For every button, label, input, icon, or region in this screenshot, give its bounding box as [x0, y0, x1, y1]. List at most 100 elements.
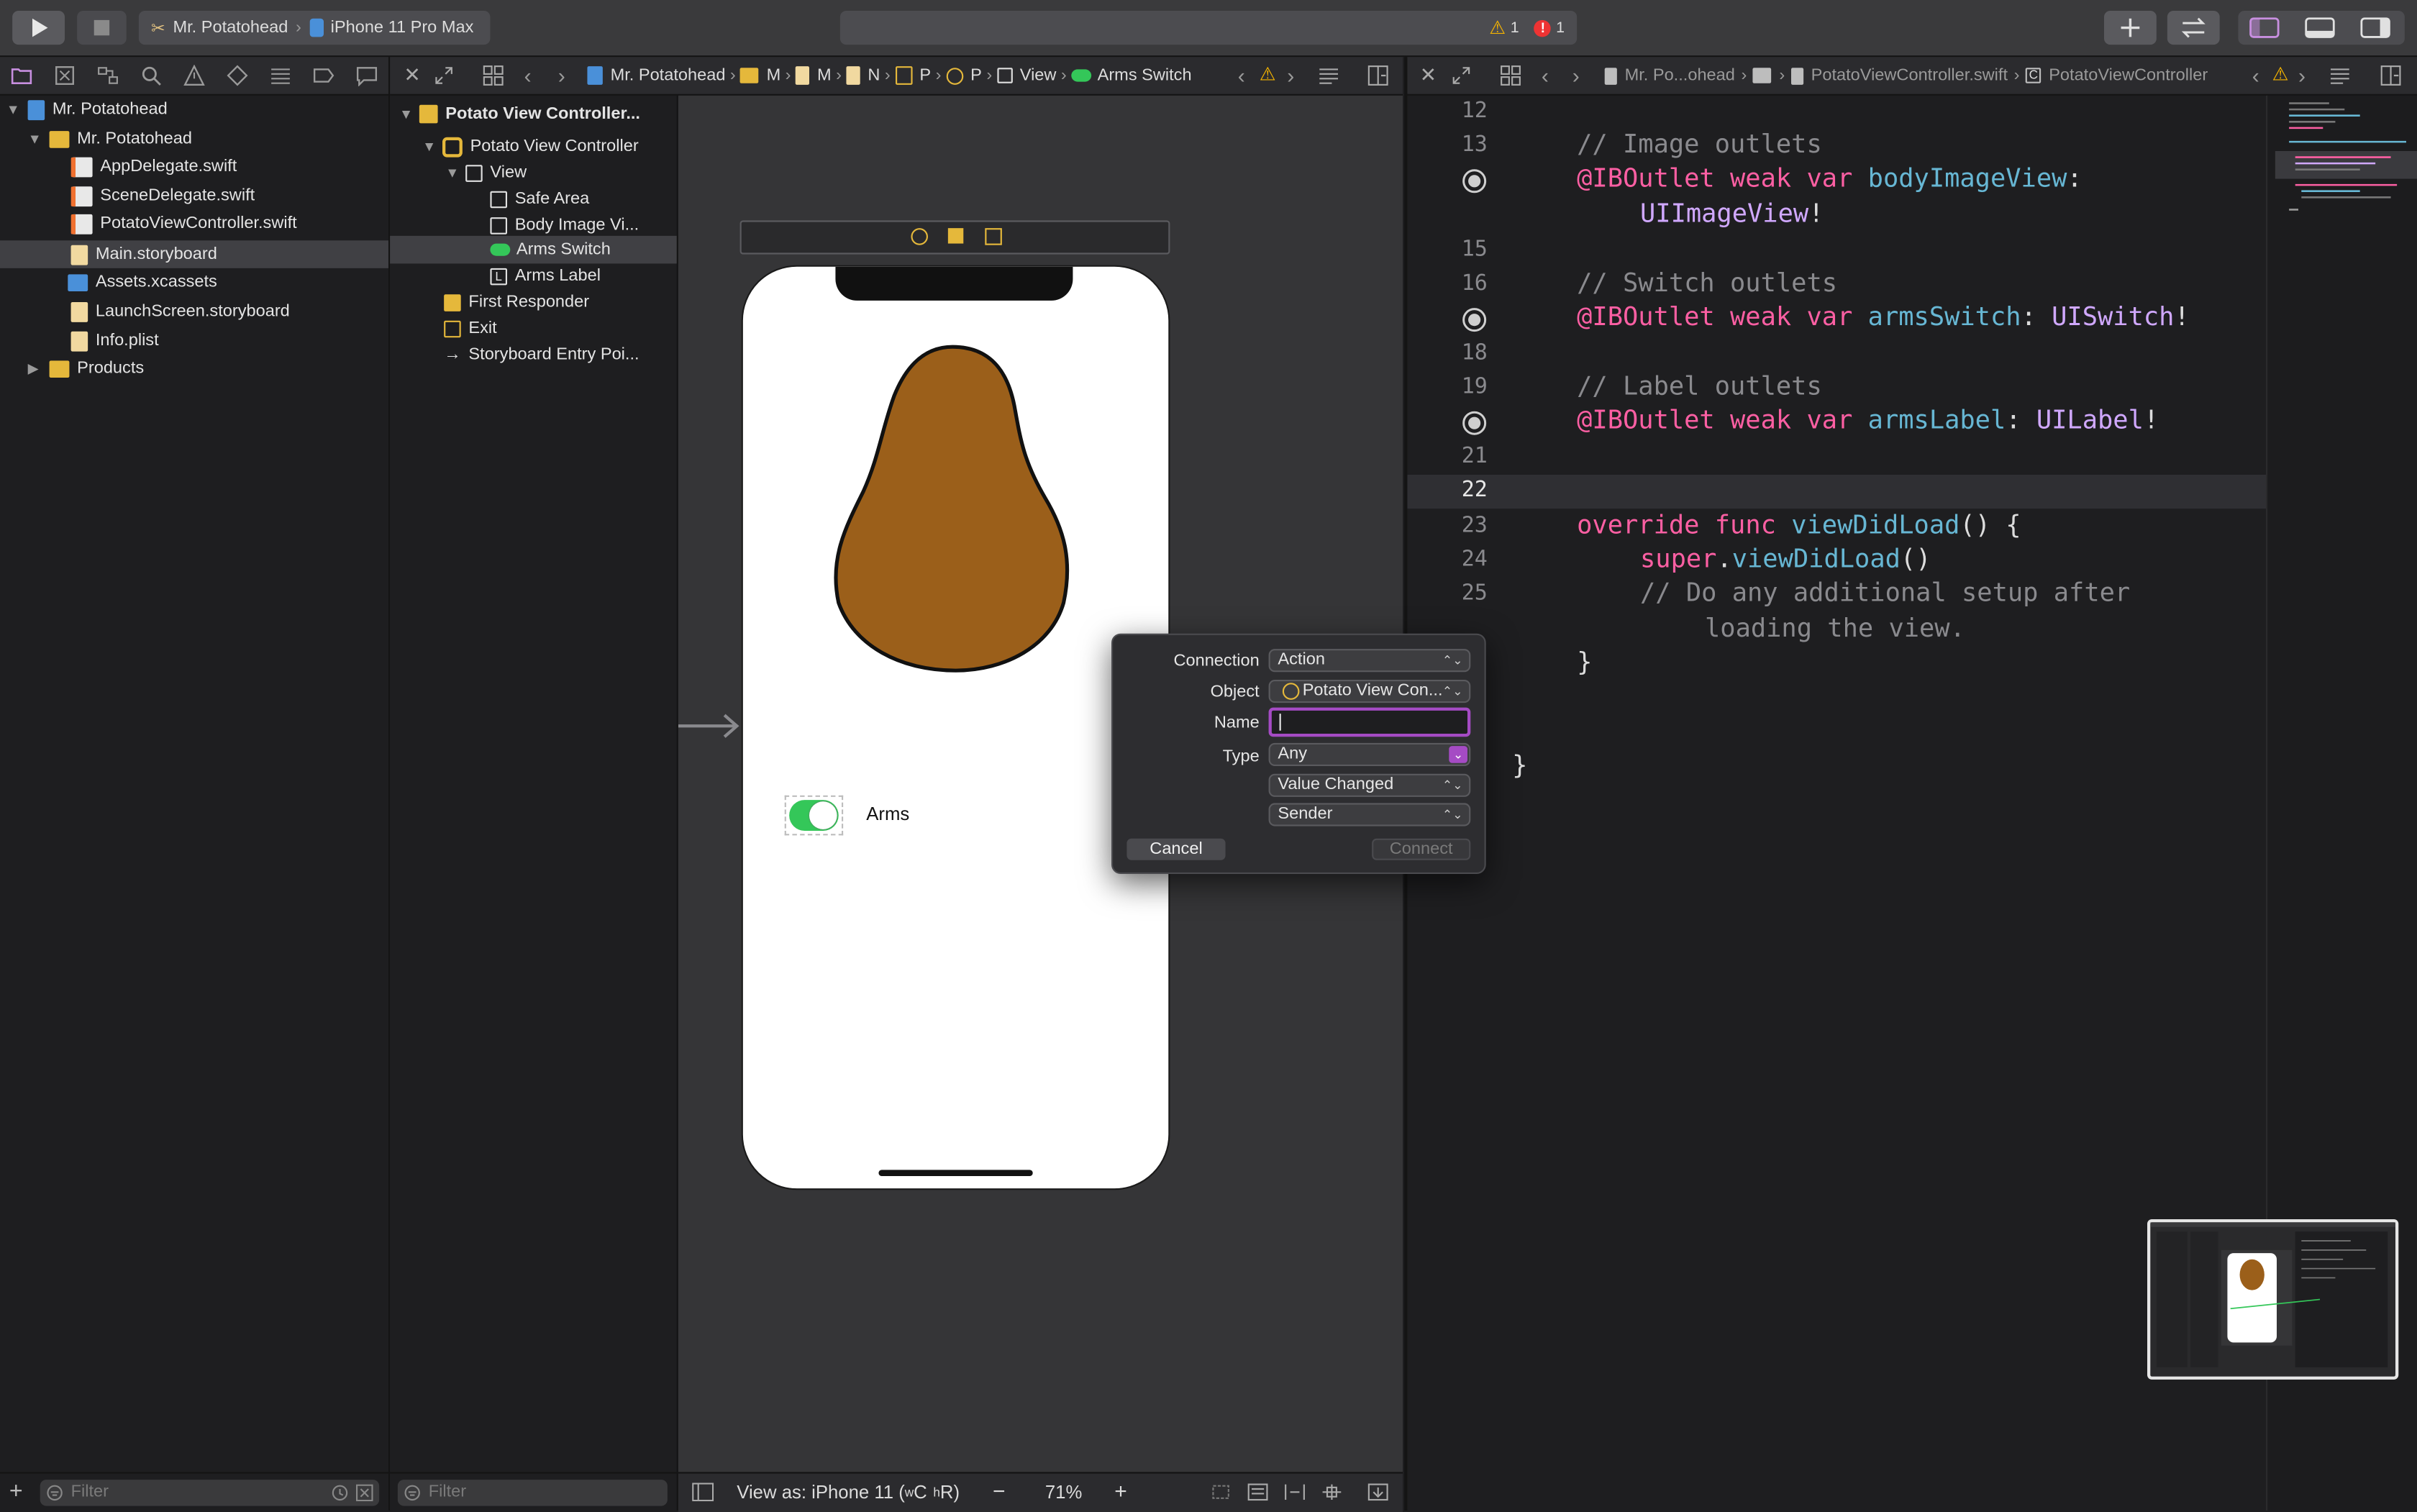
arguments-select[interactable]: Sender ⌃⌄ — [1268, 803, 1471, 826]
folder-icon[interactable] — [11, 65, 32, 86]
outline-controller-row[interactable]: ▼ Potato View Controller — [422, 132, 639, 160]
editor-options-icon[interactable] — [1318, 65, 1339, 86]
outline-item-row[interactable]: L Arms Label — [490, 262, 601, 290]
warning-icon[interactable]: ⚠ — [2272, 63, 2289, 85]
add-constraints-icon[interactable] — [1321, 1483, 1342, 1501]
arms-switch[interactable] — [784, 795, 844, 836]
previous-issue-icon[interactable]: ‹ — [1238, 63, 1245, 88]
report-icon[interactable] — [356, 65, 378, 86]
nav-file-row[interactable]: LaunchScreen.storyboard — [70, 298, 290, 326]
outline-first-responder-row[interactable]: First Responder — [444, 288, 589, 316]
next-issue-icon[interactable]: › — [2298, 63, 2306, 88]
outline-toggle-icon[interactable] — [692, 1483, 714, 1502]
update-frames-icon[interactable] — [1210, 1483, 1232, 1501]
connect-button[interactable]: Connect — [1372, 838, 1471, 860]
outline-item-row-selected[interactable]: Arms Switch — [490, 236, 611, 264]
breadcrumb-item[interactable]: M — [817, 66, 832, 85]
nav-group-row[interactable]: ▼ Mr. Potatohead — [28, 125, 192, 153]
first-responder-icon[interactable] — [947, 228, 964, 244]
nav-project-row[interactable]: ▼ Mr. Potatohead — [6, 96, 168, 124]
breadcrumb-item[interactable]: PotatoViewController — [2049, 66, 2208, 85]
forward-icon[interactable]: › — [1572, 63, 1580, 88]
editor-options-icon[interactable] — [2329, 65, 2351, 86]
breadcrumb-item[interactable]: Arms Switch — [1098, 66, 1192, 85]
outlet-connected-icon[interactable] — [1461, 410, 1487, 436]
debug-area-toggle-icon[interactable] — [2303, 15, 2336, 40]
event-select[interactable]: Value Changed ⌃⌄ — [1268, 773, 1471, 797]
body-image-view[interactable] — [832, 344, 1073, 674]
related-items-icon[interactable] — [483, 65, 504, 86]
breadcrumb-item[interactable]: P — [970, 66, 982, 85]
breadcrumb-item[interactable]: P — [919, 66, 931, 85]
type-combobox[interactable]: Any ⌄ — [1268, 742, 1471, 766]
zoom-level[interactable]: 71% — [1045, 1481, 1082, 1503]
nav-file-row[interactable]: Assets.xcassets — [68, 268, 217, 296]
inspector-toggle-icon[interactable] — [2359, 15, 2393, 40]
warning-icon[interactable]: ⚠ — [1260, 63, 1276, 85]
navigator-toggle-icon[interactable] — [2247, 15, 2281, 40]
view-as-button[interactable]: View as: iPhone 11 (w Ch R) — [737, 1481, 960, 1503]
outlet-connected-icon[interactable] — [1461, 168, 1487, 194]
related-items-icon[interactable] — [1500, 65, 1521, 86]
symbol-icon[interactable] — [97, 65, 119, 86]
forward-icon[interactable]: › — [558, 63, 565, 88]
breakpoint-icon[interactable] — [313, 65, 334, 86]
test-icon[interactable] — [227, 65, 248, 86]
previous-issue-icon[interactable]: ‹ — [2252, 63, 2259, 88]
nav-products-row[interactable]: ▶ Products — [28, 355, 145, 383]
breadcrumb-item[interactable]: Mr. Potatohead — [611, 66, 726, 85]
align-icon[interactable] — [1284, 1483, 1306, 1501]
outline-entry-row[interactable]: → Storyboard Entry Poi... — [444, 341, 639, 369]
outline-filter-field[interactable]: Filter — [397, 1480, 668, 1506]
view-controller-icon[interactable] — [911, 228, 928, 245]
back-icon[interactable]: ‹ — [1542, 63, 1549, 88]
scheme-selector[interactable]: ✂ Mr. Potatohead › iPhone 11 Pro Max — [138, 11, 491, 45]
source-control-icon[interactable] — [54, 65, 76, 86]
zoom-out-icon[interactable]: − — [993, 1478, 1006, 1503]
library-button[interactable] — [2104, 11, 2157, 45]
arms-label[interactable]: Arms — [866, 803, 909, 824]
nav-file-row[interactable]: Info.plist — [70, 327, 159, 355]
activity-view[interactable]: ⚠ 1 ! 1 — [839, 11, 1578, 45]
expand-icon[interactable] — [433, 65, 455, 86]
outline-scene-row[interactable]: ▼ Potato View Controller... — [399, 100, 640, 128]
search-icon[interactable] — [140, 65, 162, 86]
resolve-issues-icon[interactable] — [1367, 1483, 1389, 1501]
object-select[interactable]: Potato View Con... ⌃⌄ — [1268, 680, 1471, 703]
nav-file-row[interactable]: PotatoViewController.swift — [70, 209, 297, 237]
back-icon[interactable]: ‹ — [524, 63, 532, 88]
recent-files-icon[interactable] — [332, 1485, 349, 1502]
add-editor-icon[interactable] — [2380, 65, 2402, 86]
breadcrumb-item[interactable]: M — [767, 66, 781, 85]
connection-select[interactable]: Action ⌃⌄ — [1268, 649, 1471, 673]
cancel-button[interactable]: Cancel — [1126, 838, 1226, 860]
add-icon[interactable]: + — [9, 1478, 23, 1504]
breadcrumb-item[interactable]: Mr. Po...ohead — [1625, 66, 1735, 85]
stop-button[interactable] — [77, 11, 127, 45]
chevron-down-icon[interactable]: ⌄ — [1449, 746, 1467, 763]
outlet-connected-icon[interactable] — [1461, 306, 1487, 332]
expand-icon[interactable] — [1450, 65, 1472, 86]
exit-icon[interactable] — [985, 228, 1002, 245]
breadcrumb-item[interactable]: N — [868, 66, 880, 85]
zoom-in-icon[interactable]: + — [1114, 1478, 1127, 1503]
nav-file-row[interactable]: SceneDelegate.swift — [70, 182, 255, 210]
close-icon[interactable]: ✕ — [1420, 63, 1437, 88]
close-icon[interactable]: ✕ — [404, 63, 420, 88]
nav-filter-field[interactable]: Filter — [40, 1480, 380, 1506]
breadcrumb-item[interactable]: View — [1020, 66, 1057, 85]
add-editor-icon[interactable] — [1367, 65, 1389, 86]
issue-icon[interactable] — [183, 65, 205, 86]
screenshot-thumbnail[interactable] — [2147, 1219, 2399, 1380]
outline-item-row[interactable]: Safe Area — [490, 185, 589, 213]
outline-view-row[interactable]: ▼ View — [445, 159, 527, 187]
scm-filter-icon[interactable] — [355, 1484, 373, 1502]
run-button[interactable] — [12, 11, 65, 45]
next-issue-icon[interactable]: › — [1287, 63, 1294, 88]
outline-exit-row[interactable]: Exit — [444, 314, 497, 342]
nav-file-row-selected[interactable]: Main.storyboard — [70, 240, 217, 268]
breadcrumb-item[interactable]: PotatoViewController.swift — [1811, 66, 2008, 85]
name-field[interactable] — [1268, 707, 1471, 737]
debug-icon[interactable] — [270, 65, 291, 86]
device-frame[interactable]: Arms — [741, 265, 1170, 1190]
